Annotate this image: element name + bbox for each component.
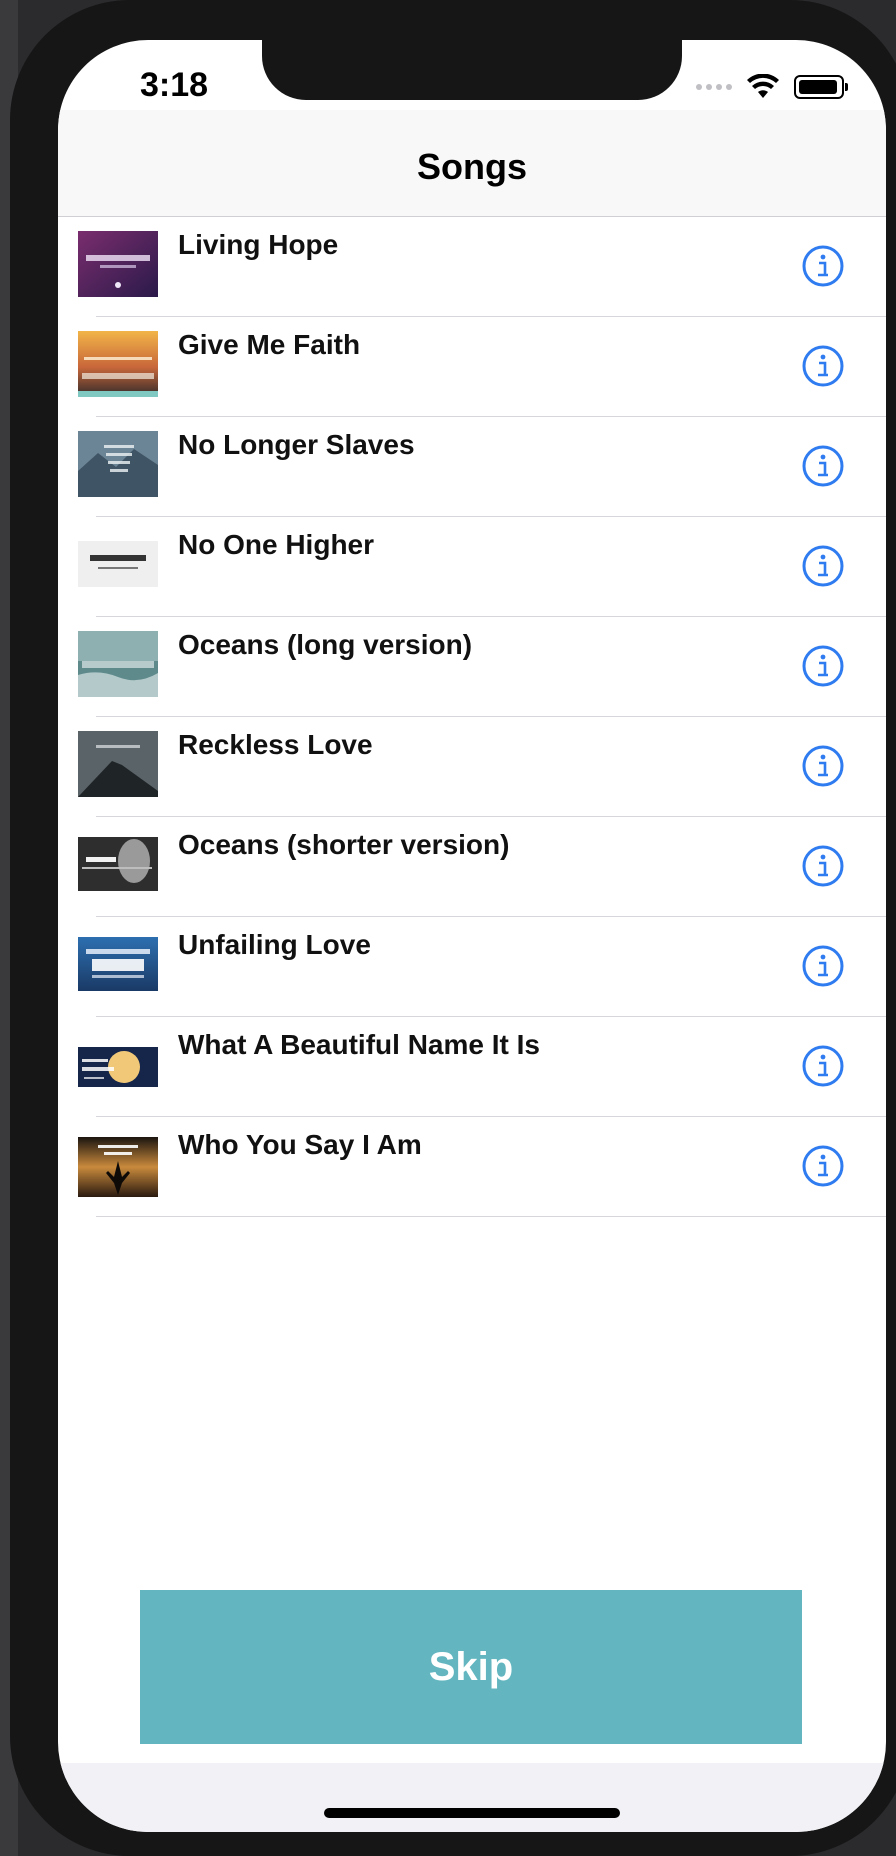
row-separator bbox=[96, 1216, 886, 1217]
home-indicator[interactable] bbox=[324, 1808, 620, 1818]
info-icon[interactable] bbox=[802, 1045, 844, 1087]
wifi-icon bbox=[747, 74, 779, 98]
song-title: No One Higher bbox=[178, 529, 375, 560]
album-art-thumbnail bbox=[78, 531, 158, 597]
info-icon[interactable] bbox=[802, 245, 844, 287]
song-row[interactable]: Reckless Love bbox=[58, 717, 886, 817]
song-row[interactable]: No Longer Slaves bbox=[58, 417, 886, 517]
info-icon[interactable] bbox=[802, 345, 844, 387]
song-row[interactable]: Living Hope bbox=[58, 217, 886, 317]
album-art-thumbnail bbox=[78, 431, 158, 497]
page-title: Songs bbox=[416, 146, 527, 187]
song-row[interactable]: What A Beautiful Name It Is bbox=[58, 1017, 886, 1117]
battery-icon bbox=[794, 75, 848, 99]
song-title: Give Me Faith bbox=[178, 329, 361, 360]
skip-button[interactable]: Skip bbox=[140, 1590, 802, 1744]
album-art-thumbnail bbox=[78, 231, 158, 297]
song-row[interactable]: Unfailing Love bbox=[58, 917, 886, 1017]
song-title: Living Hope bbox=[178, 229, 339, 260]
song-row[interactable]: No One Higher bbox=[58, 517, 886, 617]
song-title: Who You Say I Am bbox=[178, 1129, 422, 1160]
album-art-thumbnail bbox=[78, 831, 158, 897]
song-title: Oceans (long version) bbox=[178, 629, 473, 660]
song-list: Living Hope Give Me Faith No Longer Slav… bbox=[58, 217, 886, 1217]
album-art-thumbnail bbox=[78, 331, 158, 397]
album-art-thumbnail bbox=[78, 1131, 158, 1197]
info-icon[interactable] bbox=[802, 545, 844, 587]
status-indicators bbox=[696, 74, 848, 100]
song-title: What A Beautiful Name It Is bbox=[178, 1029, 540, 1060]
song-row[interactable]: Oceans (long version) bbox=[58, 617, 886, 717]
album-art-thumbnail bbox=[78, 1031, 158, 1097]
song-title: Unfailing Love bbox=[178, 929, 371, 960]
song-title: No Longer Slaves bbox=[178, 429, 415, 460]
info-icon[interactable] bbox=[802, 645, 844, 687]
album-art-thumbnail bbox=[78, 631, 158, 697]
song-title: Reckless Love bbox=[178, 729, 373, 760]
notch bbox=[262, 40, 682, 100]
status-time: 3:18 bbox=[140, 66, 209, 104]
album-art-thumbnail bbox=[78, 931, 158, 997]
song-row[interactable]: Who You Say I Am bbox=[58, 1117, 886, 1217]
info-icon[interactable] bbox=[802, 745, 844, 787]
bottom-safe-area bbox=[58, 1763, 886, 1832]
info-icon[interactable] bbox=[802, 445, 844, 487]
info-icon[interactable] bbox=[802, 1145, 844, 1187]
song-row[interactable]: Give Me Faith bbox=[58, 317, 886, 417]
album-art-thumbnail bbox=[78, 731, 158, 797]
app-screen: 3:18 Songs Living Hope Give Me Faith No … bbox=[58, 40, 886, 1832]
cellular-signal-icon bbox=[696, 84, 732, 90]
phone-frame: 3:18 Songs Living Hope Give Me Faith No … bbox=[10, 0, 896, 1856]
song-title: Oceans (shorter version) bbox=[178, 829, 510, 860]
info-icon[interactable] bbox=[802, 945, 844, 987]
song-row[interactable]: Oceans (shorter version) bbox=[58, 817, 886, 917]
info-icon[interactable] bbox=[802, 845, 844, 887]
navigation-bar: Songs bbox=[58, 110, 886, 217]
